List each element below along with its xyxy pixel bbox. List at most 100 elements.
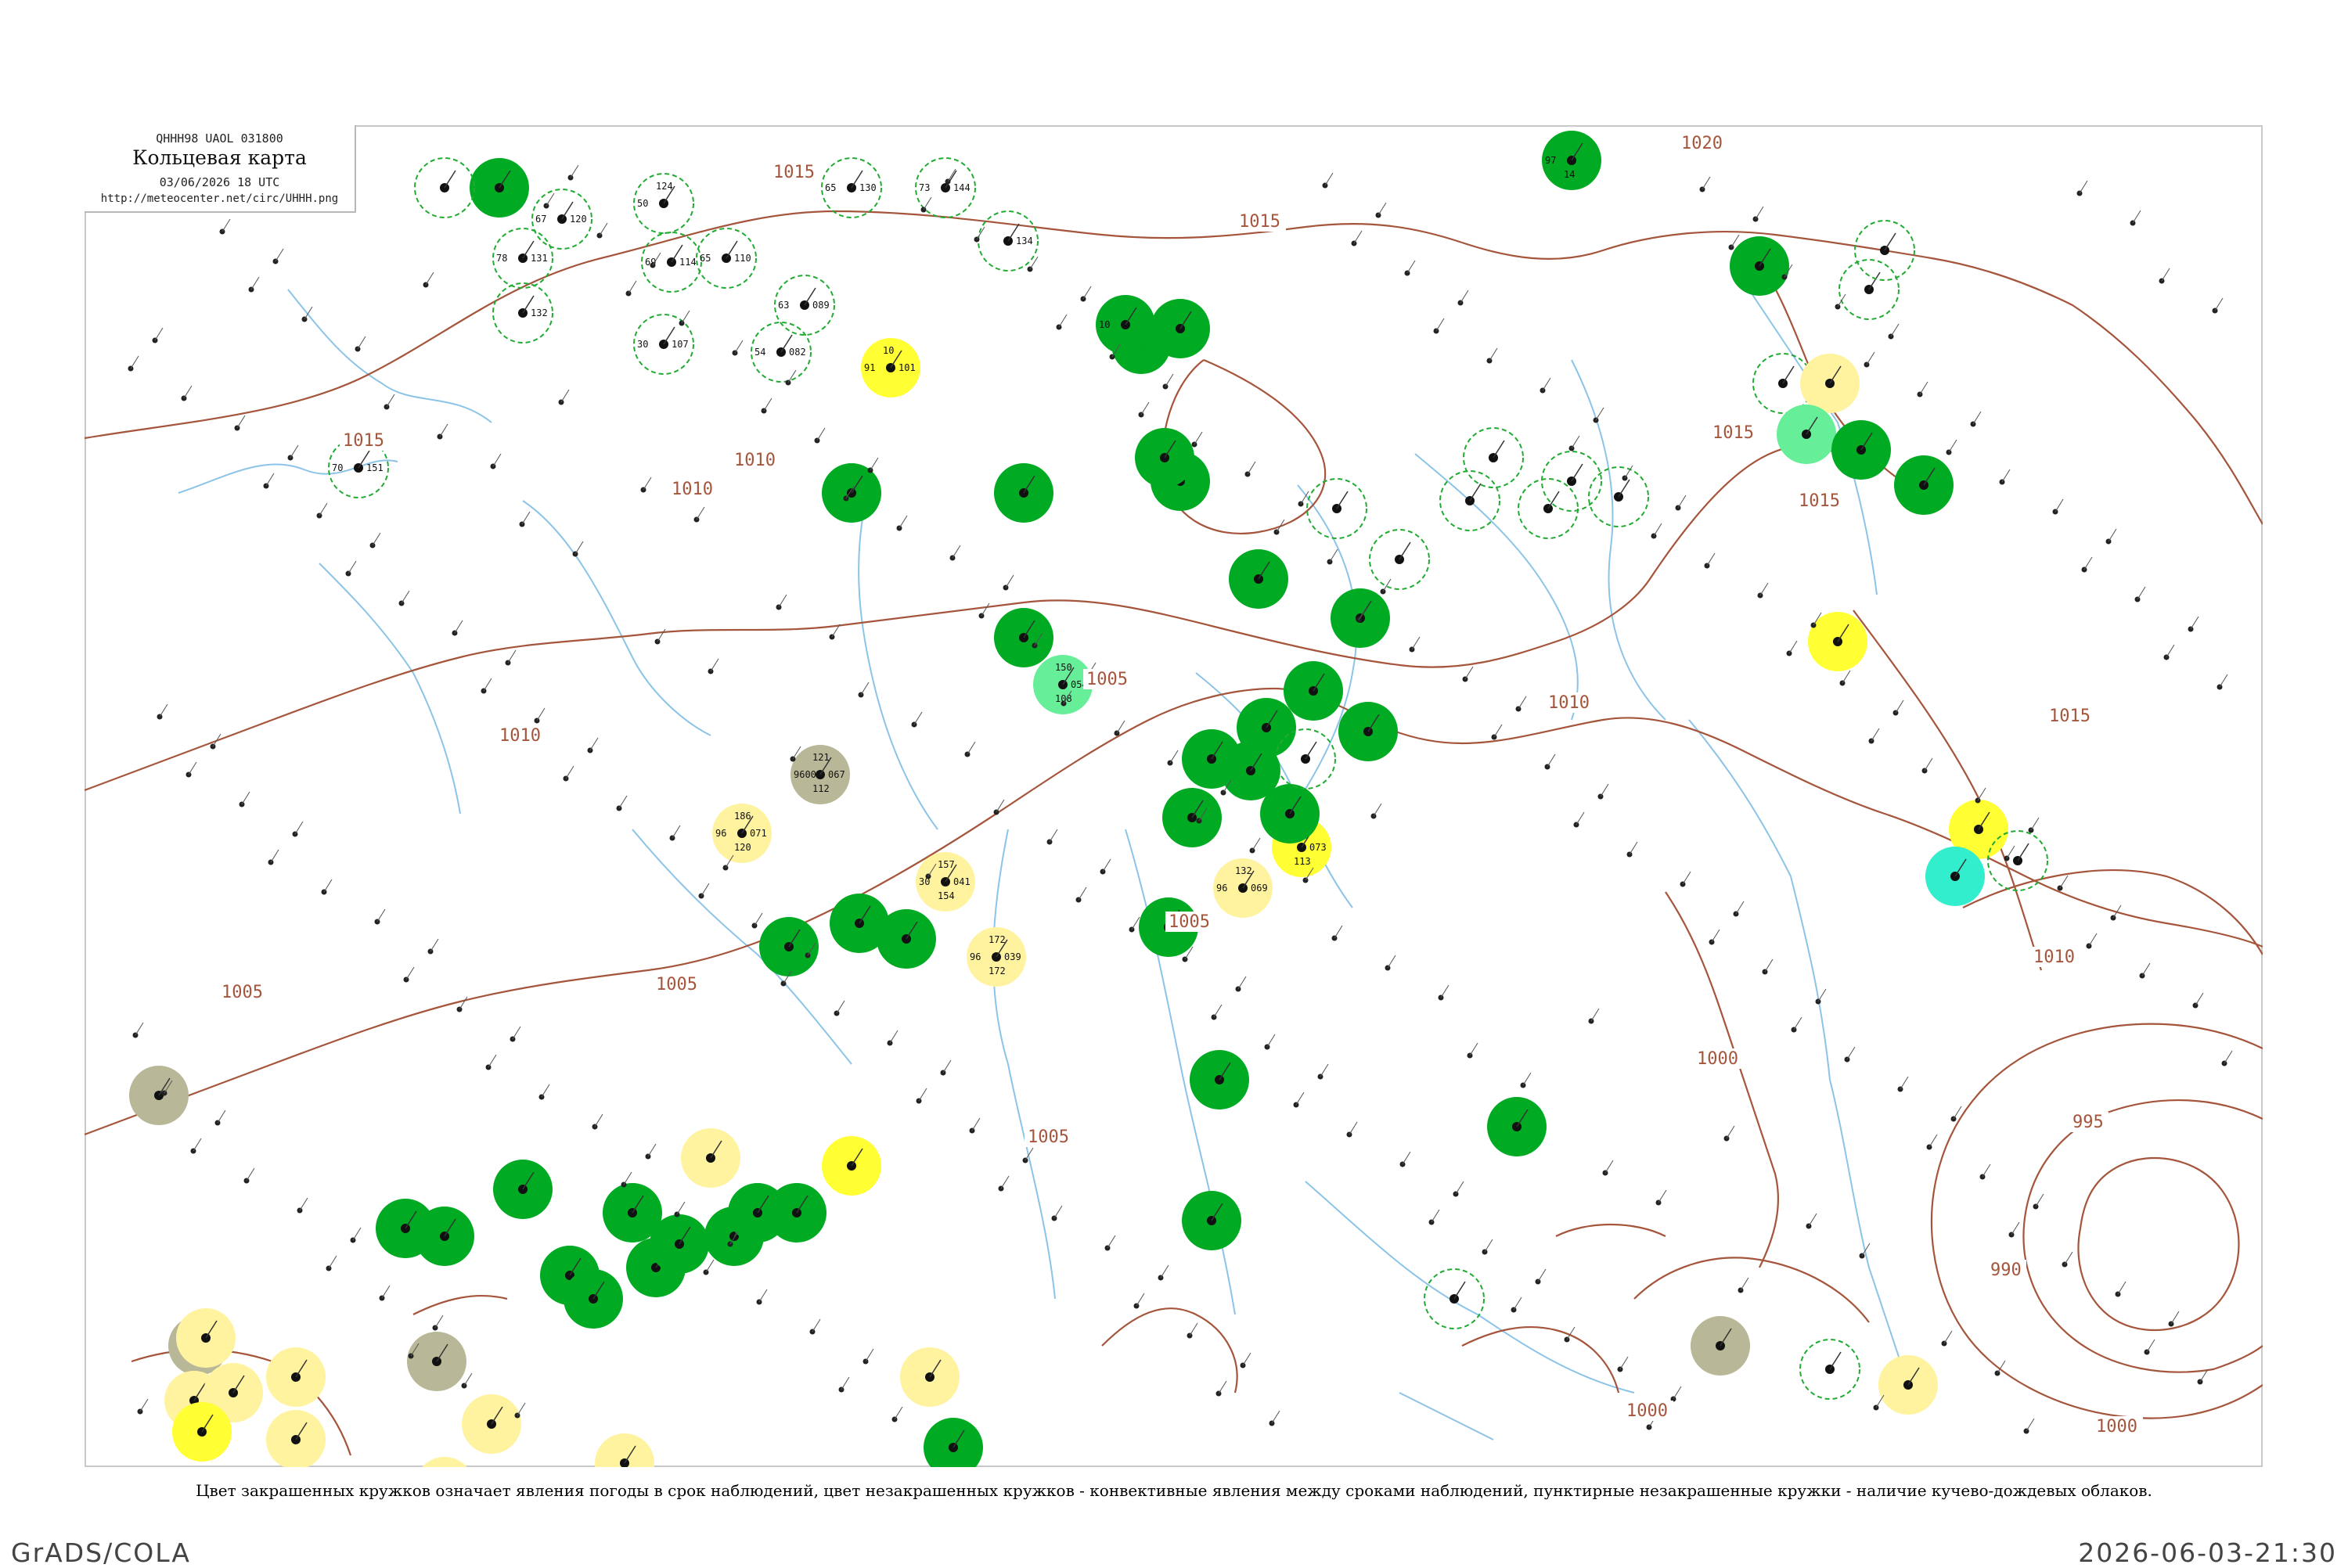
station-plot[interactable]: 134 xyxy=(978,210,1039,272)
station-plot[interactable] xyxy=(415,1457,474,1467)
station-plot[interactable] xyxy=(1777,405,1836,464)
wind-barb xyxy=(787,369,797,383)
wind-barb xyxy=(188,761,197,775)
weather-phenomenon-circle xyxy=(422,1457,467,1467)
station-plot[interactable] xyxy=(1808,612,1867,671)
station-plot[interactable] xyxy=(1439,470,1500,531)
station-plot[interactable] xyxy=(994,463,1053,523)
station-plot[interactable] xyxy=(767,1183,826,1243)
station-plot[interactable] xyxy=(1487,1097,1547,1156)
station-plot[interactable]: 124 50 xyxy=(633,173,694,234)
station-plot[interactable]: 65 130 xyxy=(821,157,882,218)
station-plot[interactable] xyxy=(129,1066,189,1125)
station-plot[interactable] xyxy=(415,1207,474,1266)
station-plot[interactable] xyxy=(1182,1191,1241,1250)
station-plot[interactable] xyxy=(1831,420,1891,480)
station-plot[interactable] xyxy=(994,608,1053,667)
station-plot[interactable] xyxy=(1463,427,1524,488)
station-plot[interactable] xyxy=(1338,702,1398,761)
title-box: QHHH98 UAOL 031800 Кольцевая карта 03/06… xyxy=(85,125,356,213)
map-url[interactable]: http://meteocenter.net/circ/UHHH.png xyxy=(85,192,355,205)
station-plot[interactable] xyxy=(176,1308,236,1368)
wind-barb xyxy=(2117,1281,2127,1295)
river-line xyxy=(1289,484,1358,815)
station-plot[interactable] xyxy=(470,158,529,218)
station-plot[interactable] xyxy=(407,1332,466,1391)
wind-barb xyxy=(1793,1016,1802,1030)
isobar-line xyxy=(412,1294,508,1315)
station-plot[interactable] xyxy=(1151,299,1210,358)
isobar-line xyxy=(1853,610,2043,971)
station-plot[interactable] xyxy=(493,1160,553,1219)
wind-barb xyxy=(1537,1268,1547,1282)
station-plot[interactable]: 65 110 xyxy=(696,228,757,289)
station-plot[interactable] xyxy=(1162,788,1222,847)
station-plot[interactable]: 30 107 xyxy=(633,314,694,375)
station-plot[interactable] xyxy=(681,1128,740,1188)
station-plot[interactable] xyxy=(1424,1268,1485,1329)
wind-barb xyxy=(1435,318,1445,332)
station-plot[interactable] xyxy=(266,1347,326,1407)
wind-barb xyxy=(517,1402,526,1416)
station-plot[interactable]: 67 120 xyxy=(531,189,592,250)
station-plot[interactable] xyxy=(462,1394,521,1454)
station-plot[interactable] xyxy=(1854,220,1915,281)
station-plot[interactable] xyxy=(1190,1050,1249,1109)
station-pressure: 107 xyxy=(672,339,689,350)
station-plot[interactable] xyxy=(1730,236,1789,296)
station-plot[interactable]: 172 96 039 172 xyxy=(967,927,1026,987)
wind-barb xyxy=(1399,541,1411,560)
station-plot[interactable]: 15730 041154 xyxy=(916,852,975,912)
station-plot[interactable] xyxy=(1800,354,1860,413)
station-plot[interactable]: 78 131 xyxy=(492,228,553,289)
station-plot[interactable]: 186 96 071 120 xyxy=(712,804,772,863)
station-plot[interactable]: 63 089 xyxy=(774,275,835,336)
station-plot[interactable] xyxy=(1691,1316,1750,1376)
station-plot[interactable]: 10 xyxy=(1096,295,1155,354)
wind-barb xyxy=(1619,1356,1629,1370)
station-plot[interactable] xyxy=(1518,478,1579,539)
weather-map[interactable]: 9714 67 120 12450 78 131 69 114 65 110 132 30 107 65 1… xyxy=(85,125,2263,1467)
wind-barb xyxy=(1136,1293,1145,1307)
station-plot[interactable] xyxy=(900,1347,960,1407)
station-plot[interactable]: 10 91 101 xyxy=(861,338,920,397)
station-plot[interactable] xyxy=(564,1269,623,1329)
station-plot[interactable] xyxy=(1925,847,1985,906)
station-plot[interactable] xyxy=(1369,529,1430,590)
station-plot[interactable] xyxy=(822,463,881,523)
wind-barb xyxy=(1871,728,1880,742)
wind-barb xyxy=(1295,1091,1305,1106)
rivers-layer xyxy=(178,281,1917,1440)
station-plot[interactable] xyxy=(266,1410,326,1467)
station-plot[interactable] xyxy=(877,909,936,969)
station-plot[interactable] xyxy=(1799,1339,1860,1400)
station-plot[interactable] xyxy=(1229,549,1288,609)
station-plot[interactable]: 69 114 xyxy=(641,232,702,293)
station-plot[interactable]: 97 14 xyxy=(1542,131,1601,190)
station-plot[interactable] xyxy=(414,157,475,218)
station-plot[interactable]: 121 9600 067 112 xyxy=(790,745,850,804)
station-plot[interactable] xyxy=(822,1136,881,1196)
station-plot[interactable] xyxy=(1182,729,1241,789)
station-visibility: 113 xyxy=(1294,856,1311,867)
isobar-label: 1010 xyxy=(672,480,713,499)
station-plot[interactable] xyxy=(172,1402,232,1462)
station-plot[interactable] xyxy=(1838,259,1900,320)
station-plot[interactable] xyxy=(1894,455,1954,515)
station-plot[interactable] xyxy=(595,1433,654,1467)
station-plot[interactable]: 54 082 xyxy=(751,322,812,383)
isobar-line xyxy=(1461,1325,1620,1394)
station-plot[interactable]: 132 xyxy=(492,282,553,343)
station-plot[interactable] xyxy=(1878,1355,1938,1415)
wind-barb xyxy=(430,938,439,952)
station-plot[interactable] xyxy=(759,917,819,976)
station-plot[interactable] xyxy=(1135,428,1194,487)
station-plot[interactable] xyxy=(924,1418,983,1467)
station-plot[interactable] xyxy=(1541,451,1602,512)
station-plot[interactable] xyxy=(650,1214,709,1274)
station-plot[interactable]: 132 96 069 xyxy=(1213,858,1273,918)
station-temperature: 150 xyxy=(1055,662,1072,673)
station-plot[interactable] xyxy=(1284,661,1343,721)
wind-barb xyxy=(647,1143,657,1157)
isobar-label: 1005 xyxy=(1028,1127,1069,1147)
